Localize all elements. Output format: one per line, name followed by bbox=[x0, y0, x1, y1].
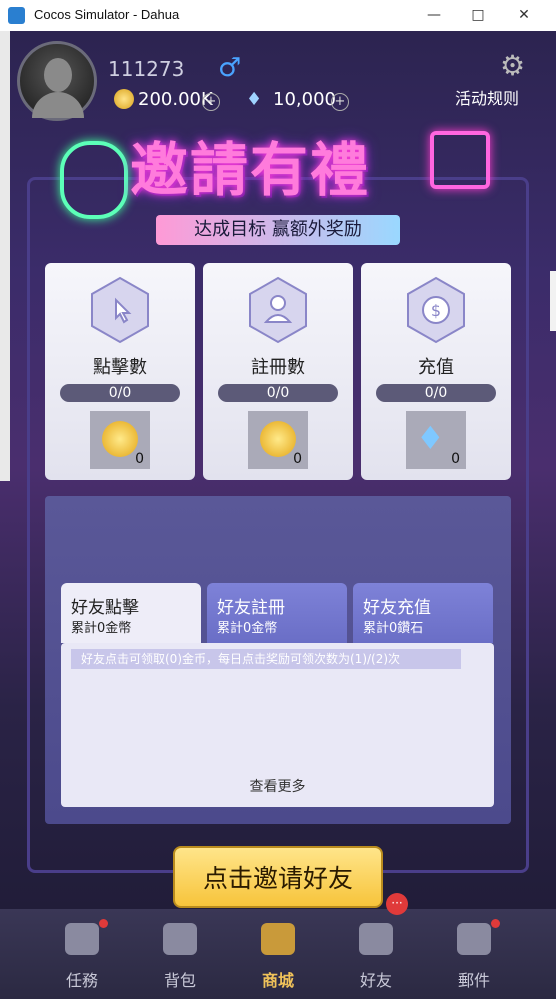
svg-text:$: $ bbox=[431, 301, 441, 320]
nav-shop[interactable]: 商城 bbox=[229, 909, 327, 999]
nav-label: 商城 bbox=[261, 971, 294, 990]
coin-icon bbox=[260, 421, 296, 457]
click-icon bbox=[91, 276, 149, 344]
minimize-button[interactable]: — bbox=[414, 4, 454, 26]
cart-icon bbox=[261, 923, 295, 955]
stat-card-registrations: 註冊數 0/0 0 bbox=[203, 263, 353, 480]
background-strip bbox=[0, 31, 10, 481]
friends-icon bbox=[359, 923, 393, 955]
background-strip bbox=[550, 271, 556, 331]
nav-friends[interactable]: 好友 bbox=[327, 909, 425, 999]
tab-title: 好友註冊 bbox=[217, 598, 285, 618]
tab-title: 好友點擊 bbox=[71, 598, 139, 618]
tab-subtitle: 累計0金幣 bbox=[217, 621, 278, 636]
reward-count: 0 bbox=[451, 451, 460, 467]
tab-friend-clicks[interactable]: 好友點擊 累計0金幣 bbox=[61, 583, 201, 643]
tab-content: 好友点击可领取(0)金币，每日点击奖励可领次数为(1)/(2)次 查看更多 bbox=[61, 643, 494, 807]
stat-label: 註冊數 bbox=[251, 357, 305, 378]
banner-subtitle: 达成目标 赢额外奖励 bbox=[156, 215, 400, 245]
reward-slot[interactable]: 0 bbox=[248, 411, 308, 469]
reward-slot[interactable]: ♦ 0 bbox=[406, 411, 466, 469]
bag-icon bbox=[163, 923, 197, 955]
banner-title: 邀請有禮 bbox=[130, 136, 371, 204]
diamond-icon: ♦ bbox=[416, 419, 445, 457]
invite-friends-button[interactable]: 点击邀请好友 bbox=[173, 846, 383, 908]
tab-friend-recharge[interactable]: 好友充值 累計0鑽石 bbox=[353, 583, 493, 643]
gift-icon bbox=[430, 131, 490, 189]
nav-label: 好友 bbox=[359, 971, 392, 990]
male-icon: ♂ bbox=[218, 53, 242, 83]
nav-tasks[interactable]: 任務 bbox=[33, 909, 131, 999]
tab-subtitle: 累計0金幣 bbox=[71, 621, 132, 636]
avatar-head bbox=[44, 58, 72, 92]
reward-count: 0 bbox=[293, 451, 302, 467]
add-coins-button[interactable]: + bbox=[202, 93, 220, 111]
tab-friend-registrations[interactable]: 好友註冊 累計0金幣 bbox=[207, 583, 347, 643]
activity-rules-link[interactable]: 活动规则 bbox=[455, 85, 519, 109]
notification-dot bbox=[99, 919, 108, 928]
avatar[interactable] bbox=[17, 41, 97, 121]
window-title: Cocos Simulator - Dahua bbox=[34, 7, 180, 22]
stat-card-recharge: $ 充值 0/0 ♦ 0 bbox=[361, 263, 511, 480]
user-id: 111273 bbox=[108, 57, 185, 81]
nav-label: 任務 bbox=[65, 971, 98, 990]
calendar-icon bbox=[65, 923, 99, 955]
view-more-link[interactable]: 查看更多 bbox=[61, 776, 494, 796]
add-diamonds-button[interactable]: + bbox=[331, 93, 349, 111]
stat-label: 充值 bbox=[418, 357, 454, 378]
coin-icon bbox=[102, 421, 138, 457]
friends-badge: ··· bbox=[386, 893, 408, 915]
info-text: 好友点击可领取(0)金币，每日点击奖励可领次数为(1)/(2)次 bbox=[71, 649, 461, 669]
reward-count: 0 bbox=[135, 451, 144, 467]
maximize-button[interactable]: □ bbox=[458, 4, 498, 26]
progress-bar: 0/0 bbox=[60, 384, 180, 402]
chat-icon bbox=[60, 141, 128, 219]
tab-title: 好友充值 bbox=[363, 598, 431, 618]
avatar-body bbox=[32, 92, 84, 118]
notification-dot bbox=[491, 919, 500, 928]
mail-icon bbox=[457, 923, 491, 955]
nav-mail[interactable]: 郵件 bbox=[425, 909, 523, 999]
nav-label: 背包 bbox=[163, 971, 196, 990]
gear-icon[interactable]: ⚙ bbox=[500, 49, 525, 82]
nav-bag[interactable]: 背包 bbox=[131, 909, 229, 999]
stat-card-clicks: 點擊數 0/0 0 bbox=[45, 263, 195, 480]
app-icon bbox=[8, 7, 25, 24]
dollar-icon: $ bbox=[407, 276, 465, 344]
tab-subtitle: 累計0鑽石 bbox=[363, 621, 424, 636]
progress-bar: 0/0 bbox=[218, 384, 338, 402]
diamond-balance: 10,000 bbox=[273, 89, 336, 110]
user-icon bbox=[249, 276, 307, 344]
coin-icon bbox=[114, 89, 134, 109]
stat-label: 點擊數 bbox=[93, 357, 147, 378]
progress-bar: 0/0 bbox=[376, 384, 496, 402]
bottom-nav: 任務 背包 商城 好友 郵件 bbox=[0, 909, 556, 999]
reward-slot[interactable]: 0 bbox=[90, 411, 150, 469]
nav-label: 郵件 bbox=[457, 971, 490, 990]
close-button[interactable]: ✕ bbox=[504, 4, 544, 26]
window-titlebar: Cocos Simulator - Dahua — □ ✕ bbox=[0, 0, 556, 31]
diamond-icon: ♦ bbox=[246, 89, 263, 110]
game-viewport: 111273 ♂ 200.00K + ♦ 10,000 + ⚙ 活动规则 邀請有… bbox=[0, 31, 556, 999]
